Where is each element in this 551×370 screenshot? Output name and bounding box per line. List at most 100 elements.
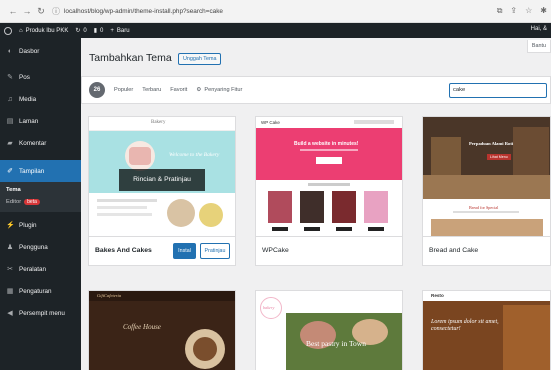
- wp-admin-bar: ⌂ Produk Ibu PKK ↻ 0 ▮ 0 + Baru Hai, &: [0, 23, 551, 38]
- sidebar-item-dasbor[interactable]: ◐ Dasbor: [0, 40, 81, 62]
- screenshot-caption: Bread for Special: [469, 205, 499, 210]
- sidebar-item-tampilan[interactable]: ✐ Tampilan: [0, 160, 81, 182]
- beta-badge: beta: [24, 198, 40, 205]
- theme-card-bread-and-cake[interactable]: Perpaduan Alami Roti Lihat Menu Bread fo…: [422, 116, 551, 266]
- comment-icon: ▰: [7, 140, 13, 147]
- sidebar-item-komentar[interactable]: ▰ Komentar: [0, 132, 81, 154]
- wrench-icon: ✂: [7, 266, 13, 273]
- theme-filter-bar: 26 Populer Terbaru Favorit ⚙ Penyaring F…: [81, 76, 551, 104]
- theme-screenshot[interactable]: WP Cake Build a website in minutes!: [256, 117, 402, 236]
- comments-link[interactable]: ▮ 0: [94, 27, 104, 35]
- translate-icon[interactable]: ⧉: [497, 6, 503, 16]
- wp-logo-icon[interactable]: [4, 26, 12, 35]
- forward-icon[interactable]: →: [20, 6, 34, 16]
- theme-info-bar: Bread and Cake: [423, 236, 550, 265]
- sidebar-item-plugin[interactable]: ⚡ Plugin: [0, 214, 81, 236]
- submenu-item-tema[interactable]: Tema: [0, 182, 81, 195]
- share-icon[interactable]: ⇪: [510, 6, 517, 16]
- puzzle-icon[interactable]: ✱: [540, 6, 547, 16]
- pin-icon: ✎: [7, 74, 13, 81]
- new-label: Baru: [116, 27, 130, 34]
- theme-card-resto[interactable]: Resto Lorem ipsum dolor sit amet, consec…: [422, 290, 551, 370]
- updates-icon: ↻: [75, 28, 81, 34]
- theme-name: Bakes And Cakes: [95, 247, 152, 254]
- screenshot-title: Coffee House: [123, 323, 161, 331]
- screenshot-tagline: Welcome to the Bakery: [169, 152, 220, 158]
- theme-screenshot[interactable]: Resto Lorem ipsum dolor sit amet, consec…: [423, 291, 550, 370]
- home-icon: ⌂: [19, 27, 23, 34]
- gear-icon: ⚙: [196, 87, 202, 93]
- user-icon: ♟: [6, 244, 14, 251]
- screenshot-title: Best pastry in Town: [306, 339, 366, 348]
- site-name-link[interactable]: ⌂ Produk Ibu PKK: [19, 28, 68, 34]
- theme-info-bar: Bakes And Cakes Instal Pratinjau: [89, 236, 235, 265]
- tab-popular[interactable]: Populer: [114, 87, 133, 93]
- theme-card-pastry[interactable]: bakery Best pastry in Town: [255, 290, 403, 370]
- page-icon: ▤: [6, 118, 14, 125]
- plus-icon: +: [110, 27, 114, 34]
- sidebar-item-persempit[interactable]: ◀ Persempit menu: [0, 302, 81, 324]
- screenshot-hero: Build a website in minutes!: [294, 141, 359, 147]
- gauge-icon: ◐: [7, 47, 13, 55]
- updates-link[interactable]: ↻ 0: [75, 27, 86, 35]
- help-tab[interactable]: Bantu: [526, 40, 551, 53]
- sidebar-item-label: Media: [19, 95, 37, 103]
- theme-screenshot[interactable]: GiftCafeteria Coffee House: [89, 291, 235, 370]
- screenshot-title: Lorem ipsum dolor sit amet, consectetur!: [431, 319, 499, 332]
- theme-search-input[interactable]: cake: [449, 83, 547, 98]
- sidebar-item-label: Pos: [19, 73, 30, 81]
- tab-latest[interactable]: Terbaru: [142, 87, 161, 93]
- site-info-icon[interactable]: ⓘ: [52, 6, 62, 17]
- submenu-item-editor[interactable]: Editor beta: [0, 195, 81, 208]
- screenshot-brand: bakery: [263, 305, 275, 310]
- editor-label: Editor: [6, 198, 22, 205]
- sidebar-item-label: Pengaturan: [19, 287, 52, 295]
- reload-icon[interactable]: ↻: [34, 6, 48, 17]
- sidebar-item-label: Laman: [19, 117, 39, 125]
- screenshot-button: Lihat Menu: [487, 154, 511, 160]
- settings-icon: ▦: [6, 288, 14, 295]
- page-title: Tambahkan Tema: [89, 52, 172, 64]
- screenshot-brand: Resto: [431, 293, 444, 298]
- screenshot-brand: Bakery: [151, 120, 166, 125]
- sidebar-item-laman[interactable]: ▤ Laman: [0, 110, 81, 132]
- feature-filter-button[interactable]: ⚙ Penyaring Fitur: [196, 87, 242, 93]
- collapse-icon: ◀: [7, 310, 13, 317]
- new-content-link[interactable]: + Baru: [110, 28, 129, 34]
- sidebar-item-label: Peralatan: [19, 265, 46, 273]
- sidebar-item-label: Persempit menu: [19, 309, 65, 317]
- feature-filter-label: Penyaring Fitur: [204, 87, 243, 93]
- comments-count: 0: [100, 27, 104, 34]
- install-button[interactable]: Instal: [173, 243, 196, 259]
- account-greeting[interactable]: Hai, &: [531, 26, 547, 32]
- theme-card-coffee[interactable]: GiftCafeteria Coffee House: [88, 290, 236, 370]
- theme-card-bakes-and-cakes[interactable]: Bakery Welcome to the Bakery Rincian & P…: [88, 116, 236, 266]
- theme-card-wpcake[interactable]: WP Cake Build a website in minutes! WPCa…: [255, 116, 403, 266]
- tampilan-submenu: Tema Editor beta: [0, 182, 81, 212]
- back-icon[interactable]: ←: [6, 6, 20, 16]
- address-bar[interactable]: localhost/blog/wp-admin/theme-install.ph…: [64, 8, 223, 15]
- sidebar-item-media[interactable]: ♫ Media: [0, 88, 81, 110]
- sidebar-item-label: Pengguna: [19, 243, 48, 251]
- screenshot-tagline: Perpaduan Alami Roti: [469, 141, 514, 146]
- screenshot-brand: WP Cake: [261, 120, 280, 125]
- tab-favorites[interactable]: Favorit: [170, 87, 187, 93]
- browser-actions: ⧉ ⇪ ☆ ✱: [497, 6, 547, 16]
- sidebar-item-pengaturan[interactable]: ▦ Pengaturan: [0, 280, 81, 302]
- screenshot-brand: GiftCafeteria: [97, 293, 121, 298]
- main-content: Bantu Tambahkan Tema Unggah Tema 26 Popu…: [81, 38, 551, 370]
- plugin-icon: ⚡: [6, 222, 15, 229]
- star-icon[interactable]: ☆: [525, 6, 532, 16]
- sidebar-item-label: Dasbor: [19, 47, 40, 55]
- preview-button[interactable]: Pratinjau: [200, 243, 230, 259]
- theme-info-bar: WPCake: [256, 236, 402, 265]
- theme-screenshot[interactable]: Perpaduan Alami Roti Lihat Menu Bread fo…: [423, 117, 550, 236]
- sidebar-item-peralatan[interactable]: ✂ Peralatan: [0, 258, 81, 280]
- sidebar-item-pos[interactable]: ✎ Pos: [0, 66, 81, 88]
- details-preview-overlay[interactable]: Rincian & Pratinjau: [119, 169, 205, 191]
- theme-name: Bread and Cake: [429, 247, 479, 254]
- site-name-label: Produk Ibu PKK: [25, 27, 69, 34]
- theme-screenshot[interactable]: bakery Best pastry in Town: [256, 291, 402, 370]
- upload-theme-button[interactable]: Unggah Tema: [178, 53, 222, 65]
- sidebar-item-pengguna[interactable]: ♟ Pengguna: [0, 236, 81, 258]
